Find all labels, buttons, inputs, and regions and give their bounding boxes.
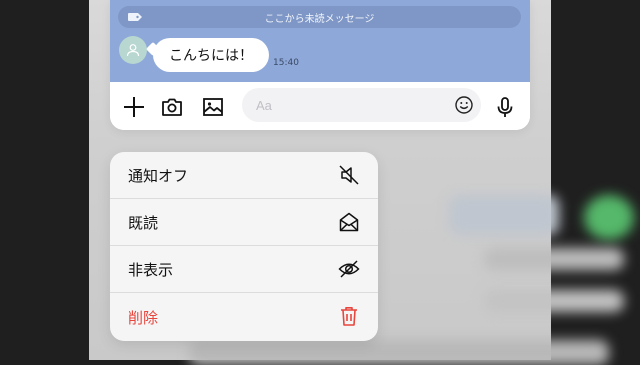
menu-item-delete[interactable]: 削除 xyxy=(110,293,378,341)
chat-area: ここから未読メッセージ こんちには！ 15:40 xyxy=(110,0,530,82)
blurred-shape xyxy=(584,195,634,240)
menu-item-label: 既読 xyxy=(128,213,159,232)
avatar[interactable] xyxy=(119,36,147,64)
mic-icon[interactable] xyxy=(492,94,518,120)
blurred-shape xyxy=(449,195,559,235)
input-bar xyxy=(110,82,530,130)
message-bubble[interactable]: こんちには！ xyxy=(153,38,269,72)
eye-slash-icon xyxy=(338,260,360,278)
trash-icon xyxy=(341,307,357,326)
person-icon xyxy=(126,44,140,57)
message-time: 15:40 xyxy=(273,58,299,68)
image-icon[interactable] xyxy=(200,94,226,120)
menu-item-hide[interactable]: 非表示 xyxy=(110,246,378,293)
blurred-shape xyxy=(484,248,624,270)
menu-item-mark-read[interactable]: 既読 xyxy=(110,199,378,246)
menu-item-label: 通知オフ xyxy=(128,166,189,185)
camera-icon[interactable] xyxy=(159,94,185,120)
unread-divider-label: ここから未読メッセージ xyxy=(264,13,375,25)
emoji-icon[interactable] xyxy=(455,96,473,114)
unread-divider: ここから未読メッセージ xyxy=(118,6,521,28)
message-input[interactable] xyxy=(242,88,481,122)
tag-icon xyxy=(128,13,142,21)
blurred-shape xyxy=(484,290,624,312)
menu-item-mute[interactable]: 通知オフ xyxy=(110,152,378,199)
menu-item-label: 非表示 xyxy=(128,260,174,279)
menu-item-label: 削除 xyxy=(128,308,159,327)
context-menu: 通知オフ 既読 非表示 削除 xyxy=(110,152,378,341)
mute-icon xyxy=(339,165,359,185)
chat-preview-card: ここから未読メッセージ こんちには！ 15:40 xyxy=(110,0,530,130)
open-envelope-icon xyxy=(339,212,359,232)
blurred-shape xyxy=(189,340,609,365)
plus-icon[interactable] xyxy=(121,94,147,120)
message-text: こんちには！ xyxy=(169,48,253,64)
